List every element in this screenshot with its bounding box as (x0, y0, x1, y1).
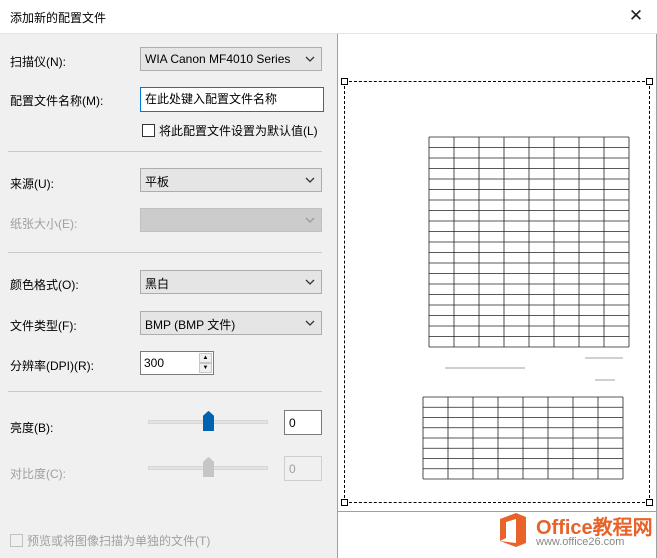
contrast-value-box: 0 (284, 456, 322, 481)
resolution-stepper[interactable]: 300 ▲ ▼ (140, 351, 214, 375)
scanner-label: 扫描仪(N): (10, 55, 66, 69)
resolution-decrement-button[interactable]: ▼ (199, 363, 212, 373)
divider (8, 252, 322, 253)
set-default-checkbox[interactable]: 将此配置文件设置为默认值(L) (142, 122, 318, 139)
brightness-value-box[interactable]: 0 (284, 410, 322, 435)
brightness-label: 亮度(B): (10, 421, 54, 435)
chevron-down-icon (305, 177, 315, 183)
divider (8, 151, 322, 152)
scan-region[interactable] (341, 78, 653, 506)
divider (8, 391, 322, 392)
set-default-label: 将此配置文件设置为默认值(L) (159, 124, 318, 138)
resize-handle[interactable] (646, 499, 653, 506)
profile-name-label: 配置文件名称(M): (10, 94, 104, 108)
preview-separate-label: 预览或将图像扫描为单独的文件(T) (27, 534, 211, 548)
contrast-slider (148, 456, 268, 480)
resolution-increment-button[interactable]: ▲ (199, 353, 212, 363)
brightness-slider[interactable] (148, 410, 268, 434)
contrast-label: 对比度(C): (10, 467, 66, 481)
settings-panel: 扫描仪(N): WIA Canon MF4010 Series 配置文件名称(M… (0, 34, 336, 558)
resolution-label: 分辨率(DPI)(R): (10, 359, 94, 373)
checkbox-box (10, 534, 23, 547)
file-type-dropdown[interactable]: BMP (BMP 文件) (140, 311, 322, 335)
chevron-down-icon (305, 217, 315, 223)
source-label: 来源(U): (10, 177, 54, 191)
watermark-url: www.office26.com (536, 536, 625, 548)
color-format-label: 颜色格式(O): (10, 278, 79, 292)
color-format-dropdown[interactable]: 黑白 (140, 270, 322, 294)
checkbox-box[interactable] (142, 124, 155, 137)
slider-thumb[interactable] (202, 411, 214, 431)
scan-preview-pane (337, 34, 657, 558)
profile-name-input[interactable]: 在此处键入配置文件名称 (140, 87, 324, 112)
office-logo-icon (500, 513, 526, 547)
slider-thumb (202, 457, 214, 477)
preview-separate-checkbox: 预览或将图像扫描为单独的文件(T) (10, 532, 210, 549)
brightness-value: 0 (289, 416, 296, 430)
office-watermark: Office教程网 www.office26.com (494, 507, 657, 553)
chevron-down-icon (305, 279, 315, 285)
source-dropdown[interactable]: 平板 (140, 168, 322, 192)
scanner-dropdown[interactable]: WIA Canon MF4010 Series (140, 47, 322, 71)
resize-handle[interactable] (341, 78, 348, 85)
chevron-down-icon (305, 320, 315, 326)
scanned-document-image (422, 136, 630, 480)
file-type-value: BMP (BMP 文件) (145, 318, 236, 332)
scanner-value: WIA Canon MF4010 Series (145, 52, 291, 66)
resize-handle[interactable] (646, 78, 653, 85)
resize-handle[interactable] (341, 499, 348, 506)
resolution-value: 300 (144, 356, 165, 370)
contrast-value: 0 (289, 462, 296, 476)
file-type-label: 文件类型(F): (10, 319, 77, 333)
chevron-down-icon (305, 56, 315, 62)
color-format-value: 黑白 (145, 277, 170, 291)
source-value: 平板 (145, 175, 170, 189)
title-bar: 添加新的配置文件 ✕ (0, 0, 657, 34)
paper-size-label: 纸张大小(E): (10, 217, 78, 231)
paper-size-dropdown (140, 208, 322, 232)
close-icon[interactable]: ✕ (625, 5, 647, 27)
window-title: 添加新的配置文件 (10, 11, 107, 25)
